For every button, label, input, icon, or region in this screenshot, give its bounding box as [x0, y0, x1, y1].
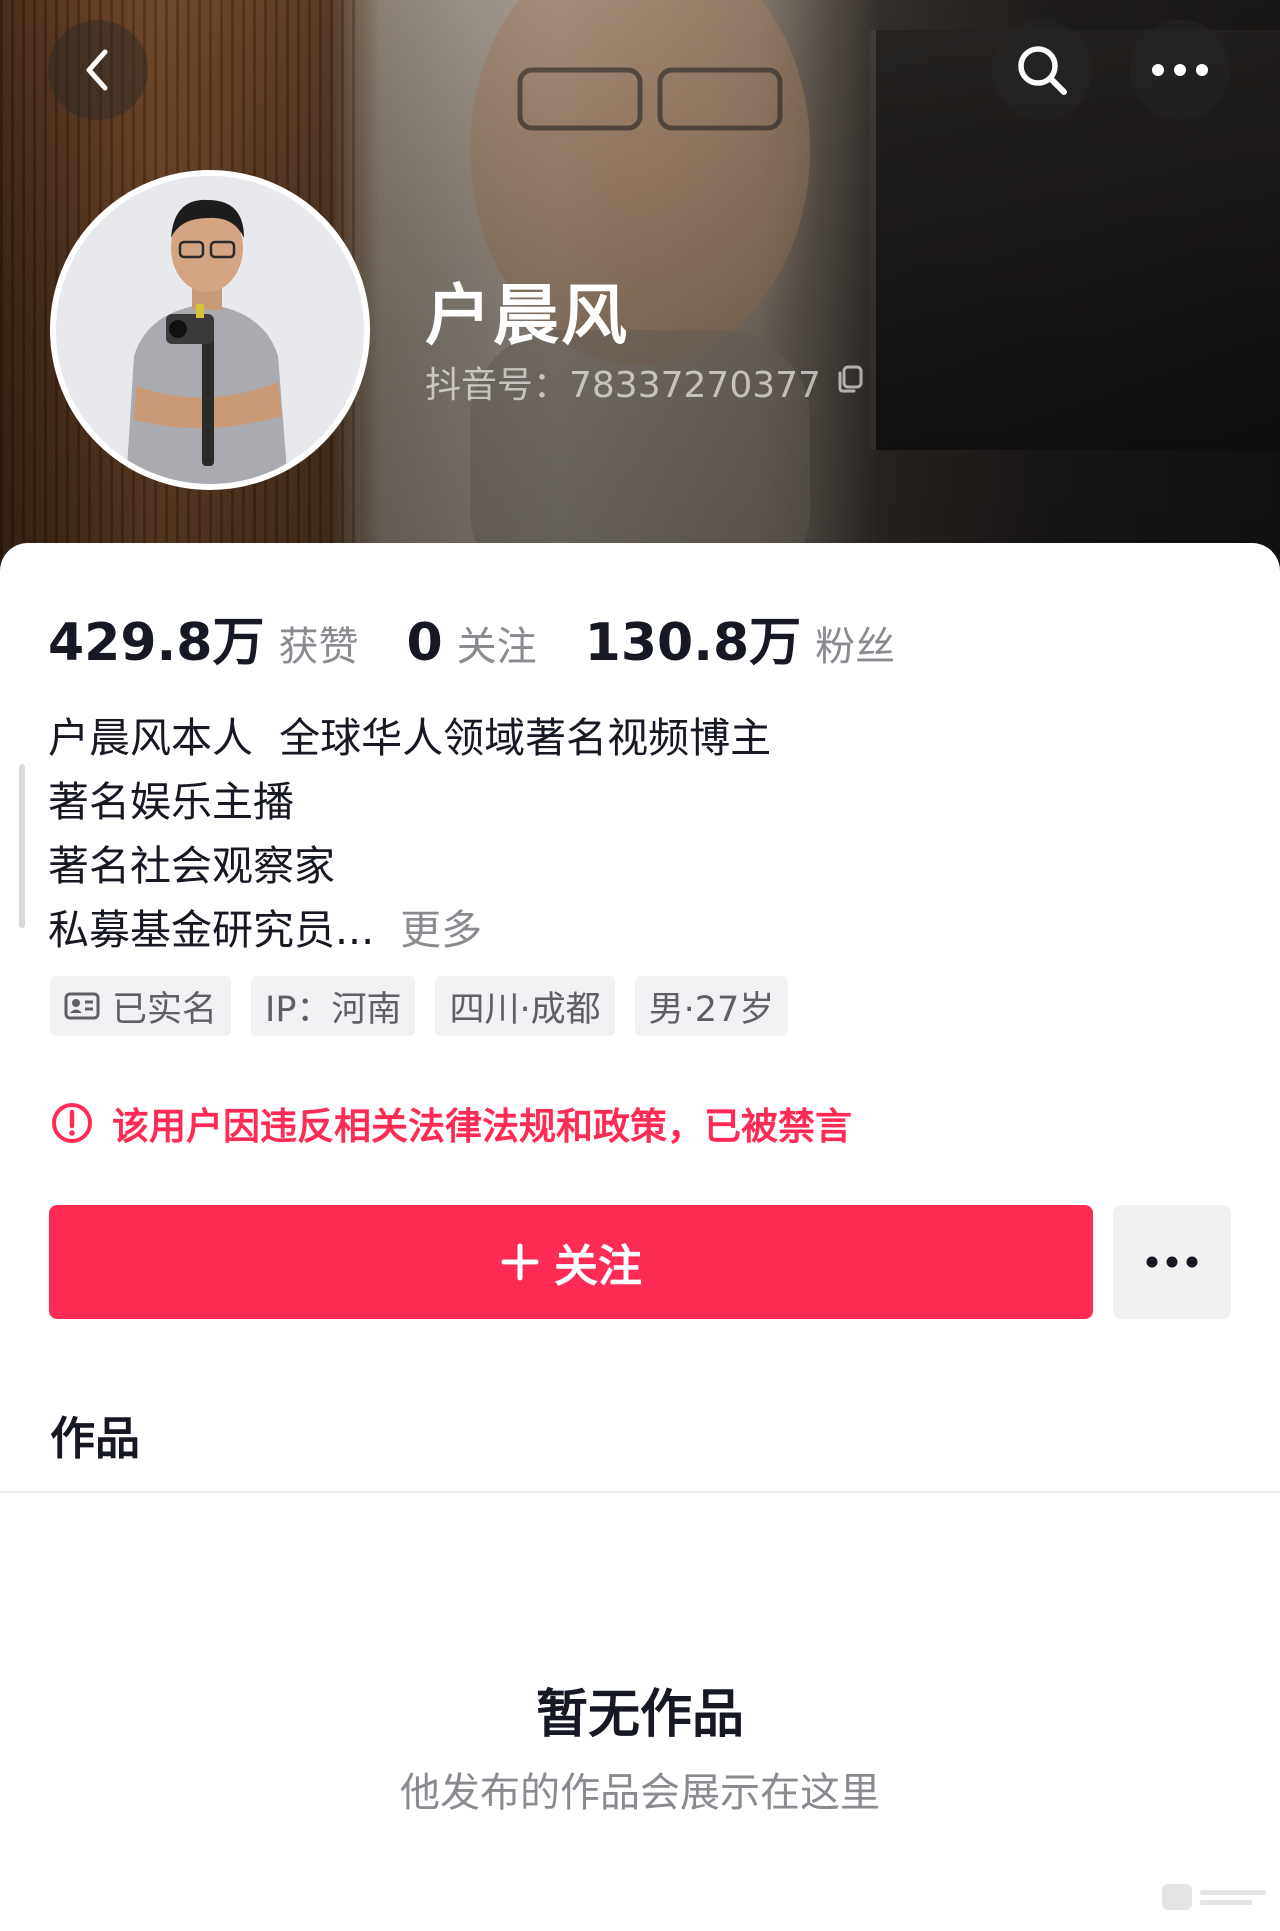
- stat-label: 获赞: [278, 624, 359, 670]
- profile-menu-button[interactable]: [1130, 20, 1230, 120]
- empty-state-subtitle: 他发布的作品会展示在这里: [400, 1770, 880, 1816]
- tag-gender-age[interactable]: 男·27岁: [634, 976, 789, 1036]
- tag-label: 已实名: [112, 989, 218, 1030]
- avatar[interactable]: [50, 170, 370, 490]
- back-button[interactable]: [48, 20, 148, 120]
- stat-following[interactable]: 0 关注: [406, 613, 536, 673]
- warning-circle-icon: [50, 1101, 94, 1145]
- avatar-photo: [56, 176, 364, 484]
- tag-label: 男·27岁: [648, 989, 775, 1030]
- copy-icon[interactable]: [835, 362, 865, 403]
- tag-verified[interactable]: 已实名: [50, 976, 232, 1036]
- follow-button[interactable]: 关注: [49, 1205, 1093, 1319]
- tab-divider: [0, 1491, 1280, 1493]
- tag-label: 四川·成都: [449, 989, 601, 1030]
- plus-icon: [500, 1242, 540, 1282]
- ban-notice-text: 该用户因违反相关法律法规和政策，已被禁言: [112, 1105, 852, 1148]
- stat-label: 关注: [456, 624, 537, 670]
- more-actions-button[interactable]: [1113, 1205, 1231, 1319]
- account-id: 抖音号：78337270377: [425, 365, 821, 406]
- tag-label: IP：河南: [265, 989, 402, 1030]
- nickname: 户晨风: [425, 277, 629, 354]
- bio-scroll-indicator: [19, 764, 25, 928]
- more-horizontal-icon: [1146, 1256, 1198, 1268]
- bio-more-link[interactable]: 更多: [400, 906, 482, 954]
- search-button[interactable]: [992, 20, 1092, 120]
- tag-row: 已实名 IP：河南 四川·成都 男·27岁: [50, 976, 808, 1036]
- bio-line: 户晨风本人 全球华人领域著名视频博主: [48, 714, 772, 762]
- ban-notice: 该用户因违反相关法律法规和政策，已被禁言: [50, 1096, 852, 1150]
- watermark-logo: [1162, 1884, 1266, 1910]
- stat-value: 0: [406, 613, 443, 673]
- bio-line: 私募基金研究员...: [48, 906, 375, 954]
- tag-ip[interactable]: IP：河南: [251, 976, 416, 1036]
- more-horizontal-icon: [1152, 64, 1208, 76]
- stat-followers[interactable]: 130.8万 粉丝: [585, 600, 895, 675]
- tag-location[interactable]: 四川·成都: [435, 976, 615, 1036]
- stat-likes[interactable]: 429.8万 获赞: [48, 600, 358, 675]
- account-id-row: 抖音号：78337270377: [425, 356, 865, 408]
- tab-works[interactable]: 作品: [50, 1402, 140, 1467]
- stat-value: 130.8万: [584, 613, 802, 673]
- empty-state-title: 暂无作品: [535, 1685, 744, 1745]
- bio[interactable]: 户晨风本人 全球华人领域著名视频博主 著名娱乐主播 著名社会观察家 私募基金研究…: [48, 706, 771, 962]
- stat-value: 429.8万: [48, 613, 265, 673]
- stat-label: 粉丝: [815, 624, 896, 670]
- chevron-left-icon: [86, 49, 108, 91]
- stats-row: 429.8万 获赞 0 关注 130.8万 粉丝: [48, 600, 943, 675]
- bio-line-last: 私募基金研究员... 更多: [48, 898, 771, 962]
- id-card-icon: [64, 991, 100, 1021]
- bio-line: 著名社会观察家: [48, 842, 335, 890]
- follow-label: 关注: [554, 1241, 642, 1292]
- bio-line: 著名娱乐主播: [48, 778, 294, 826]
- search-icon: [1018, 46, 1067, 95]
